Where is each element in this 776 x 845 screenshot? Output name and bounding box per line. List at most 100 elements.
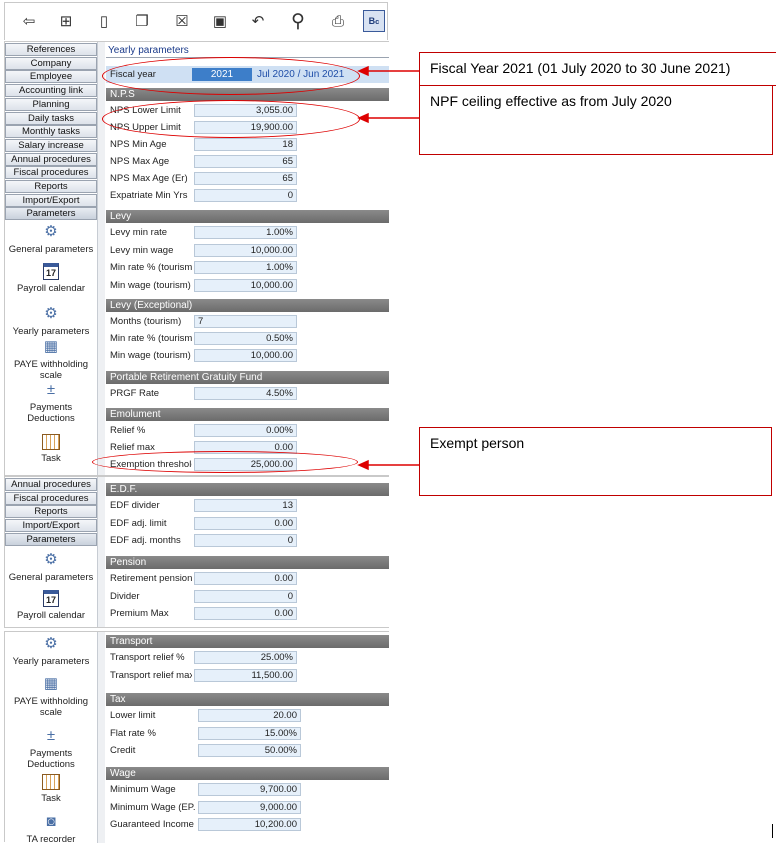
sidebar-item-payments-deductions[interactable]: ± Payments Deductions (5, 380, 97, 424)
wrench-icon: ⚙ (44, 551, 58, 568)
paye-icon: ▦ (43, 338, 59, 355)
field-input[interactable]: 11,500.00 (194, 668, 297, 682)
callout-fiscal: Fiscal Year 2021 (01 July 2020 to 30 Jun… (419, 52, 776, 86)
sidebar-item-label: PAYE withholding scale (13, 359, 89, 381)
field-input[interactable]: 1.00% (194, 226, 297, 239)
field-input[interactable]: 0 (194, 189, 297, 202)
field-input[interactable]: 0.00 (194, 516, 297, 530)
field-input[interactable]: 10,000.00 (194, 278, 297, 292)
field-input[interactable]: 13 (194, 499, 297, 512)
sidebar-item-general-parameters[interactable]: ⚙ General parameters (5, 550, 97, 583)
field-input[interactable]: 10,200.00 (198, 818, 301, 831)
sidebar-item-yearly-parameters[interactable]: ⚙ Yearly parameters (5, 634, 97, 667)
field-input[interactable]: 1.00% (194, 261, 297, 274)
nav-reports[interactable]: Reports (5, 505, 97, 519)
field-label: EDF adj. months (110, 535, 181, 546)
field-label: Levy min wage (110, 244, 174, 256)
calculator-icon[interactable]: Bc (363, 10, 385, 32)
nav-planning[interactable]: Planning (5, 97, 97, 111)
sidebar-item-task[interactable]: Task (5, 434, 97, 464)
back-arrow-icon[interactable]: ⇦ (18, 10, 40, 32)
field-input[interactable]: 20.00 (198, 709, 301, 722)
nav-accounting-link[interactable]: Accounting link (5, 84, 97, 98)
field-label: Lower limit (110, 710, 156, 721)
sidebar-item-paye-withholding-scale[interactable]: ▦ PAYE withholding scale (5, 674, 97, 718)
field-label: Transport relief max (110, 669, 192, 681)
sidebar-item-task[interactable]: Task (5, 774, 97, 804)
nav-parameters[interactable]: Parameters (5, 207, 97, 221)
wrench-icon: ⚙ (44, 635, 58, 652)
wrench-icon: ⚙ (44, 305, 58, 322)
nav-annual-procedures[interactable]: Annual procedures (5, 478, 97, 491)
undo-icon[interactable]: ↶ (247, 10, 269, 32)
field-input[interactable]: 9,700.00 (198, 783, 301, 796)
field-label: Min rate % (tourism) (110, 333, 192, 344)
sidebar-item-payroll-calendar[interactable]: 17 Payroll calendar (5, 263, 97, 294)
field-input[interactable]: 0 (194, 589, 297, 603)
splitter[interactable] (97, 477, 105, 627)
nav-fiscal-procedures[interactable]: Fiscal procedures (5, 491, 97, 505)
field-input[interactable]: 0 (194, 534, 297, 547)
nav-annual-procedures[interactable]: Annual procedures (5, 152, 97, 166)
copy-icon[interactable]: ❐ (131, 10, 153, 32)
field-label: Min wage (tourism) (110, 350, 191, 361)
field-input[interactable]: 10,000.00 (194, 243, 297, 257)
field-label: Min wage (tourism) (110, 279, 191, 291)
sidebar-item-label: Yearly parameters (12, 656, 90, 667)
nav-daily-tasks[interactable]: Daily tasks (5, 111, 97, 125)
nav-salary-increase[interactable]: Salary increase (5, 138, 97, 152)
field-label: Premium Max (110, 608, 169, 619)
field-input[interactable]: 0.00 (194, 572, 297, 585)
nav-import-export[interactable]: Import/Export (5, 519, 97, 533)
nav-fiscal-procedures[interactable]: Fiscal procedures (5, 166, 97, 180)
search-icon[interactable]: ⚲ (287, 10, 309, 32)
nav-monthly-tasks[interactable]: Monthly tasks (5, 125, 97, 139)
field-label: Levy min rate (110, 227, 168, 238)
field-input[interactable]: 25.00% (194, 651, 297, 664)
sidebar-item-label: General parameters (8, 244, 94, 255)
section-header-transport: Transport (106, 635, 389, 648)
field-input[interactable]: 0.00% (194, 424, 297, 437)
sidebar-item-general-parameters[interactable]: ⚙ General parameters (5, 222, 97, 255)
nav-company[interactable]: Company (5, 56, 97, 70)
nav-import-export[interactable]: Import/Export (5, 193, 97, 207)
sidebar-item-yearly-parameters[interactable]: ⚙ Yearly parameters (5, 304, 97, 337)
sidebar-item-payments-deductions[interactable]: ± Payments Deductions (5, 726, 97, 770)
section-header-tax: Tax (106, 693, 389, 706)
print-icon[interactable]: ⎙ (327, 10, 349, 32)
field-input[interactable]: 7 (194, 315, 297, 328)
splitter[interactable] (97, 42, 105, 475)
field-input[interactable]: 9,000.00 (198, 800, 301, 814)
sidebar-item-ta-recorder[interactable]: ◙ TA recorder (5, 812, 97, 845)
sidebar-item-paye-withholding-scale[interactable]: ▦ PAYE withholding scale (5, 337, 97, 381)
tree-icon[interactable]: ⊞ (55, 10, 77, 32)
field-input[interactable]: 0.50% (194, 332, 297, 345)
field-input[interactable]: 18 (194, 138, 297, 151)
field-label: EDF adj. limit (110, 517, 167, 529)
panel-block-2: Annual procedures Fiscal procedures Report… (4, 476, 389, 628)
nav-parameters[interactable]: Parameters (5, 532, 97, 546)
section-header-edf: E.D.F. (106, 483, 389, 496)
content-middle: E.D.F. EDF divider 13 EDF adj. limit 0.00 EDF… (106, 477, 389, 627)
sidebar-item-label: Payments Deductions (27, 402, 75, 424)
exemption-highlight (92, 451, 358, 473)
delete-icon[interactable]: ☒ (171, 10, 193, 32)
nav-reports[interactable]: Reports (5, 180, 97, 193)
section-header-levy_ex: Levy (Exceptional) (106, 299, 389, 312)
nav-employee[interactable]: Employee (5, 70, 97, 84)
field-input[interactable]: 50.00% (198, 744, 301, 757)
nav-references[interactable]: References (5, 43, 97, 56)
field-input[interactable]: 15.00% (198, 726, 301, 740)
field-input[interactable]: 4.50% (194, 387, 297, 400)
field-input[interactable]: 65 (194, 155, 297, 168)
field-input[interactable]: 65 (194, 172, 297, 185)
document-icon[interactable]: ▯ (93, 10, 115, 32)
field-input[interactable]: 0.00 (194, 607, 297, 620)
field-label: Retirement pension (110, 573, 192, 584)
sidebar-item-payroll-calendar[interactable]: 17 Payroll calendar (5, 590, 97, 621)
sidebar-item-label: PAYE withholding scale (13, 696, 89, 718)
save-icon[interactable]: ▣ (209, 10, 231, 32)
field-input[interactable]: 10,000.00 (194, 349, 297, 362)
splitter[interactable] (97, 632, 105, 843)
section-header-pension: Pension (106, 556, 389, 569)
